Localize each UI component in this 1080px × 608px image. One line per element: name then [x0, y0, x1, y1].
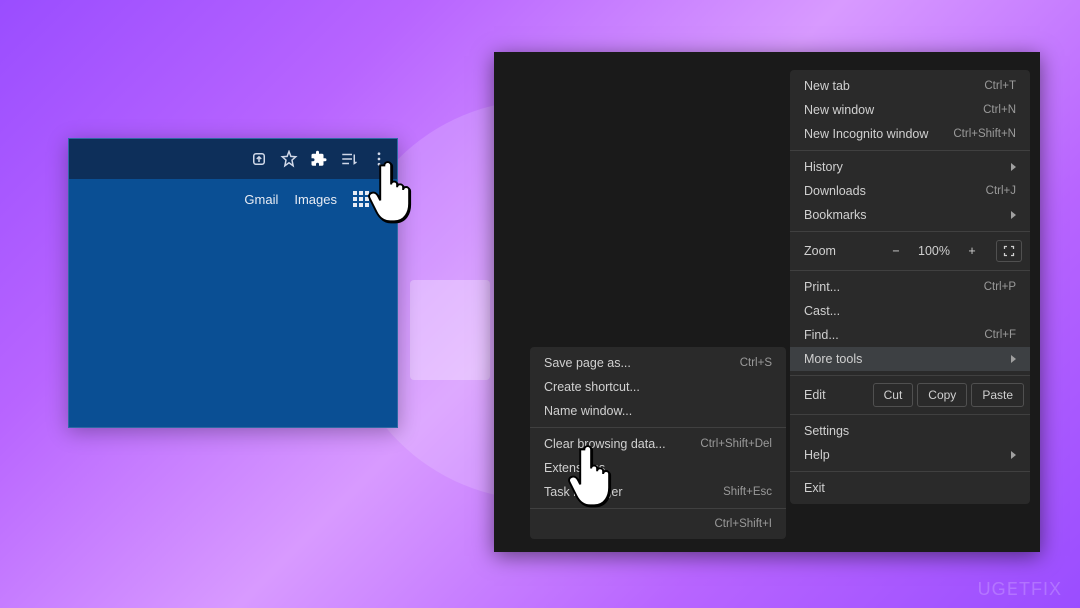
menu-new-tab[interactable]: New tab Ctrl+T [790, 74, 1030, 98]
zoom-label: Zoom [804, 244, 878, 258]
apps-grid-icon[interactable] [353, 191, 369, 207]
left-toolbar [69, 139, 397, 179]
menu-print[interactable]: Print... Ctrl+P [790, 275, 1030, 299]
menu-label: Print... [804, 280, 840, 294]
menu-label: Find... [804, 328, 839, 342]
menu-history[interactable]: History [790, 155, 1030, 179]
star-icon[interactable] [279, 149, 299, 169]
submenu-dev-tools[interactable]: Ctrl+Shift+I [530, 513, 786, 535]
menu-label: New window [804, 103, 874, 117]
edit-label: Edit [804, 388, 869, 402]
menu-shortcut: Ctrl+Shift+I [714, 518, 772, 530]
menu-new-incognito[interactable]: New Incognito window Ctrl+Shift+N [790, 122, 1030, 146]
fullscreen-button[interactable] [996, 240, 1022, 262]
menu-new-window[interactable]: New window Ctrl+N [790, 98, 1030, 122]
menu-label: New tab [804, 79, 850, 93]
submenu-task-manager[interactable]: Task manager Shift+Esc [530, 480, 786, 504]
menu-label: Save page as... [544, 356, 631, 370]
gmail-link[interactable]: Gmail [244, 192, 278, 207]
menu-label: Task manager [544, 485, 623, 499]
menu-exit[interactable]: Exit [790, 476, 1030, 500]
menu-label: Help [804, 448, 830, 462]
menu-help[interactable]: Help [790, 443, 1030, 467]
submenu-extensions[interactable]: Extensions [530, 456, 786, 480]
images-link[interactable]: Images [294, 192, 337, 207]
menu-label: Clear browsing data... [544, 437, 666, 451]
submenu-name-window[interactable]: Name window... [530, 399, 786, 423]
menu-separator [790, 414, 1030, 415]
menu-settings[interactable]: Settings [790, 419, 1030, 443]
zoom-out-button[interactable]: − [884, 244, 908, 258]
menu-shortcut: Ctrl+N [983, 104, 1016, 116]
menu-separator [790, 150, 1030, 151]
copy-button[interactable]: Copy [917, 383, 967, 407]
paste-button[interactable]: Paste [971, 383, 1024, 407]
menu-label: Cast... [804, 304, 840, 318]
menu-shortcut: Ctrl+F [984, 329, 1016, 341]
menu-find[interactable]: Find... Ctrl+F [790, 323, 1030, 347]
menu-cast[interactable]: Cast... [790, 299, 1030, 323]
chevron-right-icon [1011, 211, 1016, 219]
menu-label: More tools [804, 352, 862, 366]
menu-shortcut: Ctrl+T [984, 80, 1016, 92]
menu-separator [530, 508, 786, 509]
menu-shortcut: Ctrl+S [740, 357, 772, 369]
menu-label: Bookmarks [804, 208, 867, 222]
left-content-bar: Gmail Images [69, 179, 397, 207]
reading-list-icon[interactable] [339, 149, 359, 169]
browser-right-window: New tab Ctrl+T New window Ctrl+N New Inc… [494, 52, 1040, 552]
menu-label: New Incognito window [804, 127, 928, 141]
cut-button[interactable]: Cut [873, 383, 914, 407]
menu-separator [790, 231, 1030, 232]
more-tools-submenu: Save page as... Ctrl+S Create shortcut..… [530, 347, 786, 539]
menu-separator [790, 270, 1030, 271]
menu-zoom: Zoom − 100% + [790, 236, 1030, 266]
menu-label: Name window... [544, 404, 632, 418]
zoom-percent: 100% [914, 244, 954, 258]
submenu-save-page[interactable]: Save page as... Ctrl+S [530, 351, 786, 375]
chevron-right-icon [1011, 355, 1016, 363]
menu-downloads[interactable]: Downloads Ctrl+J [790, 179, 1030, 203]
background-rect [410, 280, 490, 380]
menu-label: Exit [804, 481, 825, 495]
browser-left-window: Gmail Images [68, 138, 398, 428]
menu-bookmarks[interactable]: Bookmarks [790, 203, 1030, 227]
menu-separator [530, 427, 786, 428]
menu-edit-row: Edit Cut Copy Paste [790, 380, 1030, 410]
main-menu: New tab Ctrl+T New window Ctrl+N New Inc… [790, 70, 1030, 504]
menu-shortcut: Ctrl+J [986, 185, 1016, 197]
zoom-in-button[interactable]: + [960, 244, 984, 258]
menu-shortcut: Ctrl+P [984, 281, 1016, 293]
submenu-clear-data[interactable]: Clear browsing data... Ctrl+Shift+Del [530, 432, 786, 456]
share-icon[interactable] [249, 149, 269, 169]
menu-label: Extensions [544, 461, 605, 475]
menu-shortcut: Shift+Esc [723, 486, 772, 498]
chevron-right-icon [1011, 451, 1016, 459]
menu-label: History [804, 160, 843, 174]
watermark: UGⴹTFIX [978, 579, 1062, 600]
menu-shortcut: Ctrl+Shift+Del [700, 438, 772, 450]
puzzle-icon[interactable] [309, 149, 329, 169]
kebab-menu-icon[interactable] [369, 149, 389, 169]
menu-label: Create shortcut... [544, 380, 640, 394]
submenu-create-shortcut[interactable]: Create shortcut... [530, 375, 786, 399]
menu-shortcut: Ctrl+Shift+N [953, 128, 1016, 140]
menu-label: Settings [804, 424, 849, 438]
menu-separator [790, 471, 1030, 472]
chevron-right-icon [1011, 163, 1016, 171]
menu-more-tools[interactable]: More tools [790, 347, 1030, 371]
menu-label: Downloads [804, 184, 866, 198]
menu-separator [790, 375, 1030, 376]
